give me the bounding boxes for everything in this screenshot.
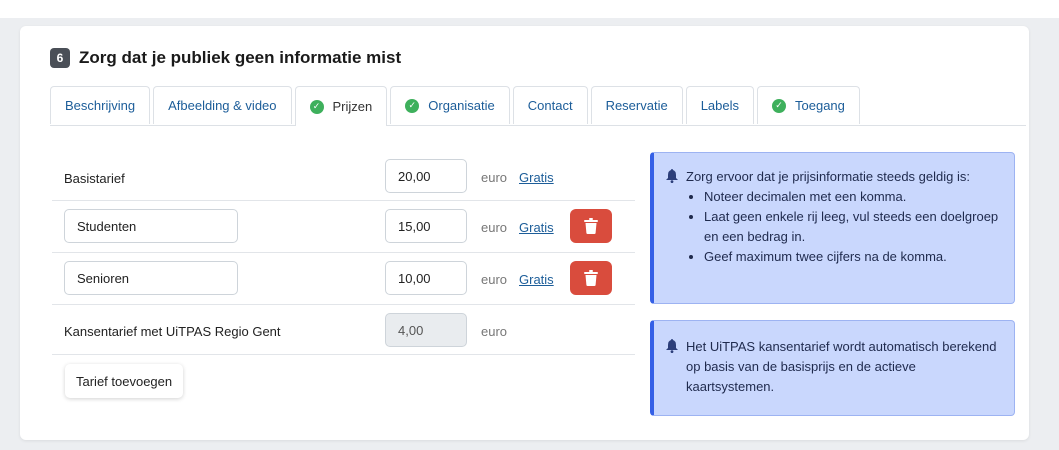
delete-row-button[interactable] (570, 261, 612, 295)
tab-label: Beschrijving (65, 98, 136, 113)
step-header: 6 Zorg dat je publiek geen informatie mi… (50, 48, 401, 68)
tab-beschrijving[interactable]: Beschrijving (50, 86, 151, 124)
tab-label: Labels (700, 98, 740, 113)
target-group-input[interactable] (64, 261, 238, 295)
trash-icon (584, 218, 598, 234)
tab-labels[interactable]: Labels (685, 86, 755, 124)
check-circle-icon: ✓ (405, 98, 420, 113)
tab-label: Contact (527, 98, 573, 113)
price-label: Basistarief (64, 171, 125, 186)
top-strip (0, 0, 1059, 18)
tab-reservatie[interactable]: Reservatie (590, 86, 683, 124)
price-label: Kansentarief met UiTPAS Regio Gent (64, 324, 281, 339)
free-link[interactable]: Gratis (519, 220, 554, 235)
free-link[interactable]: Gratis (519, 272, 554, 287)
price-row-seniors: euro Gratis (52, 256, 635, 305)
target-group-input[interactable] (64, 209, 238, 243)
bell-icon (666, 339, 678, 353)
alert-text: Het UiTPAS kansentarief wordt automatisc… (686, 339, 997, 394)
tab-label: Toegang (795, 98, 845, 113)
price-row-uitpas: Kansentarief met UiTPAS Regio Gent euro (52, 308, 635, 355)
free-link[interactable]: Gratis (519, 170, 554, 185)
currency-unit: euro (481, 220, 508, 235)
tab-toegang[interactable]: ✓ Toegang (757, 86, 860, 124)
price-input[interactable] (385, 159, 467, 193)
tab-label: Reservatie (605, 98, 668, 113)
tab-contact[interactable]: Contact (512, 86, 588, 124)
delete-row-button[interactable] (570, 209, 612, 243)
uitpas-price-readonly (385, 313, 467, 347)
alert-list-item: Laat geen enkele rij leeg, vul steeds ee… (704, 207, 1002, 247)
tab-bar: Beschrijving Afbeelding & video ✓ Prijze… (50, 86, 1026, 126)
tab-prijzen[interactable]: ✓ Prijzen (294, 86, 388, 126)
tab-afbeelding-video[interactable]: Afbeelding & video (153, 86, 292, 124)
price-row-students: euro Gratis (52, 204, 635, 253)
check-circle-icon: ✓ (772, 98, 787, 113)
trash-icon (584, 270, 598, 286)
currency-unit: euro (481, 272, 508, 287)
currency-unit: euro (481, 324, 508, 339)
alert-list: Noteer decimalen met een komma. Laat gee… (666, 187, 1002, 267)
tab-organisatie[interactable]: ✓ Organisatie (390, 86, 510, 124)
step-number-badge: 6 (50, 48, 70, 68)
alert-text: Zorg ervoor dat je prijsinformatie steed… (686, 169, 970, 184)
add-price-button[interactable]: Tarief toevoegen (65, 364, 184, 398)
check-circle-icon: ✓ (309, 99, 324, 114)
price-info-alert: Zorg ervoor dat je prijsinformatie steed… (650, 152, 1015, 304)
price-row-base: Basistarief euro Gratis (52, 154, 635, 201)
price-input[interactable] (385, 261, 467, 295)
alert-list-item: Noteer decimalen met een komma. (704, 187, 1002, 207)
bell-icon (666, 169, 678, 183)
tab-label: Prijzen (332, 99, 373, 114)
currency-unit: euro (481, 170, 508, 185)
tab-label: Organisatie (428, 98, 495, 113)
tab-label: Afbeelding & video (168, 98, 277, 113)
step-title: Zorg dat je publiek geen informatie mist (79, 48, 402, 67)
alert-list-item: Geef maximum twee cijfers na de komma. (704, 247, 1002, 267)
price-input[interactable] (385, 209, 467, 243)
prices-card: 6 Zorg dat je publiek geen informatie mi… (20, 26, 1029, 440)
uitpas-info-alert: Het UiTPAS kansentarief wordt automatisc… (650, 320, 1015, 416)
